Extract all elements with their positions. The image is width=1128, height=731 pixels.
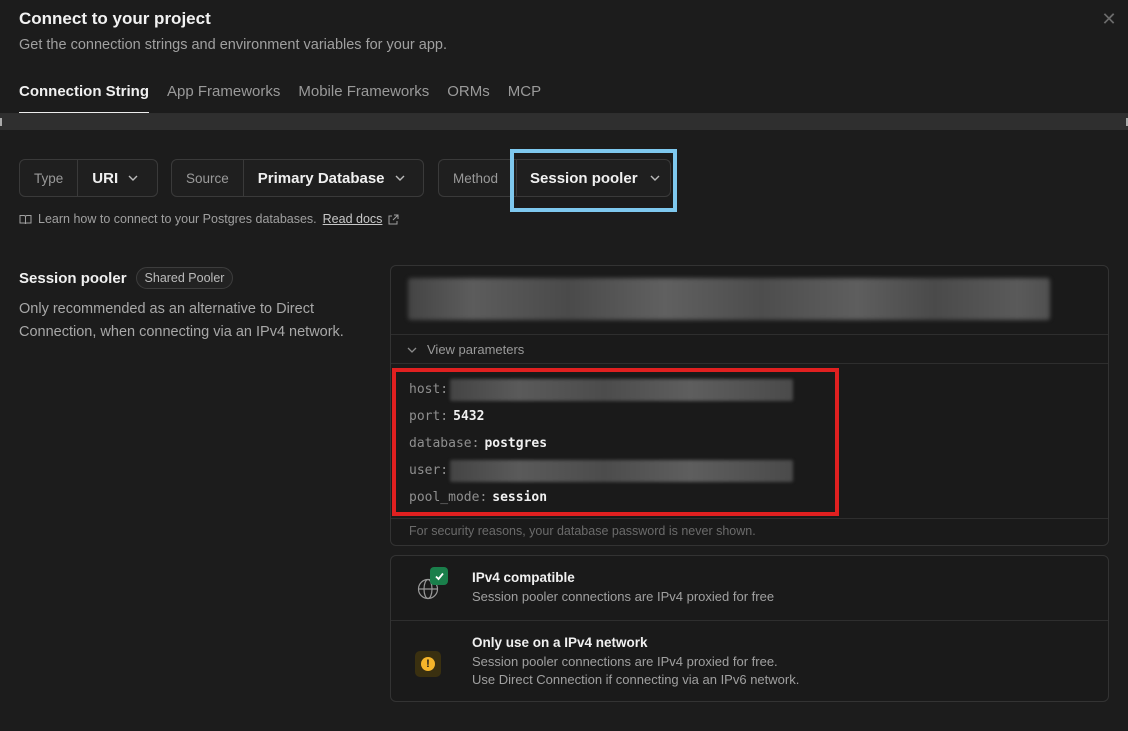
tab-connection-string[interactable]: Connection String bbox=[19, 83, 149, 114]
learn-text: Learn how to connect to your Postgres da… bbox=[38, 212, 317, 226]
ipv4-compatible-card: IPv4 compatible Session pooler connectio… bbox=[391, 556, 1108, 620]
type-label: Type bbox=[20, 160, 79, 196]
tab-orms[interactable]: ORMs bbox=[447, 83, 490, 114]
card-title: IPv4 compatible bbox=[472, 570, 575, 585]
tab-mcp[interactable]: MCP bbox=[508, 83, 541, 114]
shared-pooler-badge: Shared Pooler bbox=[135, 267, 234, 289]
card-text: Use Direct Connection if connecting via … bbox=[472, 672, 800, 687]
ipv4-network-card: ! Only use on a IPv4 network Session poo… bbox=[391, 621, 1108, 703]
card-title: Only use on a IPv4 network bbox=[472, 635, 648, 650]
modal-subtitle: Get the connection strings and environme… bbox=[19, 37, 447, 53]
connection-string-redacted[interactable] bbox=[408, 278, 1050, 320]
params-highlight-box bbox=[392, 368, 839, 516]
exclamation-icon: ! bbox=[421, 657, 435, 671]
book-icon bbox=[19, 214, 32, 224]
tab-bar: Connection String App Frameworks Mobile … bbox=[19, 83, 541, 114]
warning-icon: ! bbox=[415, 651, 441, 677]
view-parameters-toggle[interactable]: View parameters bbox=[407, 342, 524, 357]
source-dropdown[interactable]: Primary Database bbox=[244, 160, 419, 196]
source-label: Source bbox=[172, 160, 244, 196]
close-icon[interactable]: ✕ bbox=[1100, 10, 1118, 28]
type-selector[interactable]: Type URI bbox=[19, 159, 158, 197]
horizontal-scrollbar[interactable] bbox=[0, 114, 1128, 130]
divider bbox=[391, 518, 1108, 519]
type-value: URI bbox=[92, 169, 119, 187]
type-dropdown[interactable]: URI bbox=[78, 160, 152, 196]
view-parameters-label: View parameters bbox=[427, 342, 525, 357]
connect-modal: Connect to your project Get the connecti… bbox=[0, 0, 1128, 731]
chevron-down-icon bbox=[407, 347, 417, 353]
source-value: Primary Database bbox=[257, 169, 385, 187]
info-cards: IPv4 compatible Session pooler connectio… bbox=[390, 555, 1109, 702]
external-link-icon bbox=[388, 214, 399, 224]
chevron-down-icon bbox=[395, 175, 405, 181]
pooler-heading: Session pooler Shared Pooler bbox=[19, 267, 234, 289]
divider bbox=[391, 334, 1108, 335]
card-text: Session pooler connections are IPv4 prox… bbox=[472, 654, 778, 669]
divider bbox=[391, 363, 1108, 364]
tab-app-frameworks[interactable]: App Frameworks bbox=[167, 83, 280, 114]
method-label: Method bbox=[438, 159, 518, 197]
pooler-title: Session pooler bbox=[19, 269, 127, 287]
method-highlight-box bbox=[510, 149, 677, 212]
card-text: Session pooler connections are IPv4 prox… bbox=[472, 589, 775, 604]
check-icon bbox=[430, 567, 448, 585]
source-selector[interactable]: Source Primary Database bbox=[171, 159, 424, 197]
tab-mobile-frameworks[interactable]: Mobile Frameworks bbox=[298, 83, 429, 114]
read-docs-link[interactable]: Read docs bbox=[323, 212, 383, 226]
modal-title: Connect to your project bbox=[19, 9, 211, 28]
security-note: For security reasons, your database pass… bbox=[409, 524, 756, 538]
chevron-down-icon bbox=[128, 175, 138, 181]
learn-row: Learn how to connect to your Postgres da… bbox=[19, 212, 399, 226]
pooler-description: Only recommended as an alternative to Di… bbox=[19, 301, 344, 340]
scroll-left-cap bbox=[0, 118, 2, 126]
